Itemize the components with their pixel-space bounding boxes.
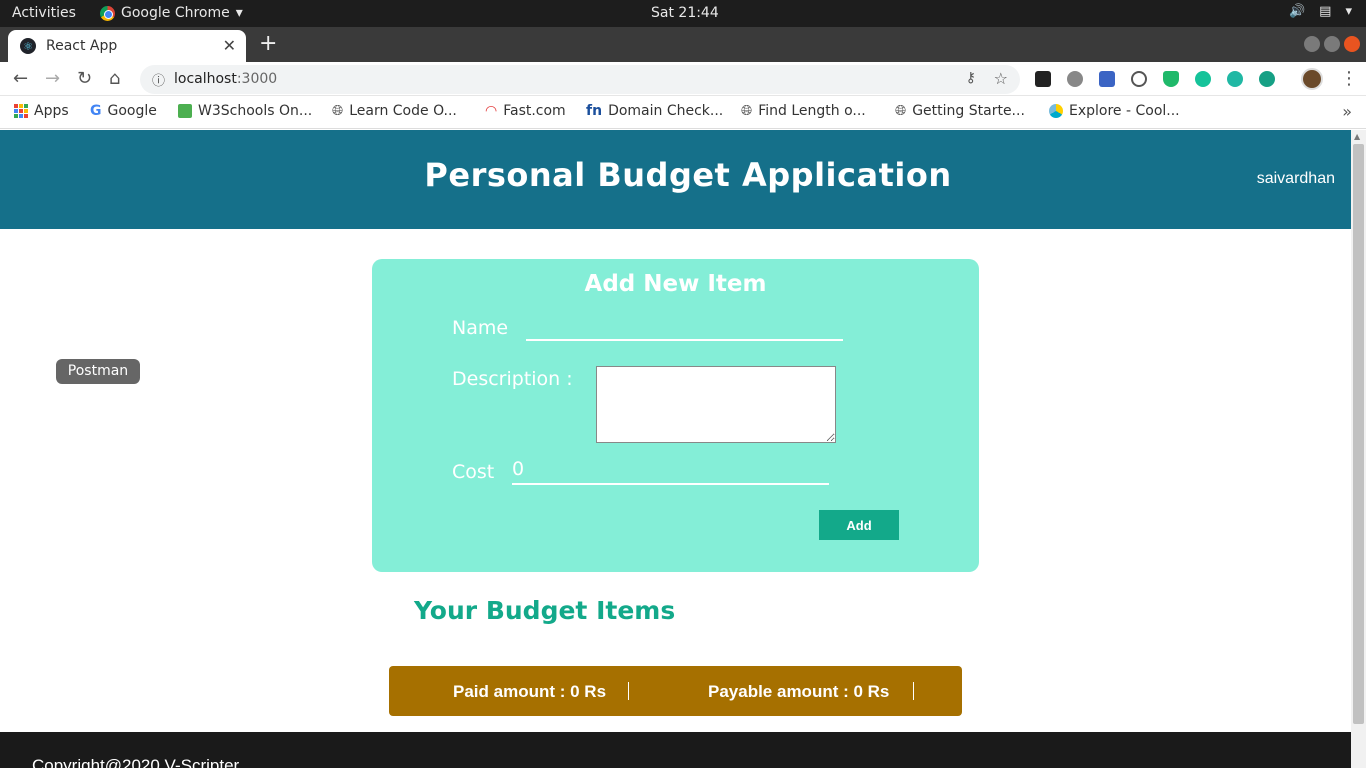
page-title: Personal Budget Application bbox=[424, 156, 952, 194]
url-text: localhost:3000 bbox=[174, 71, 277, 87]
home-icon[interactable]: ⌂ bbox=[109, 68, 120, 89]
bookmarks-bar: Apps G Google W3Schools On... 🌐︎ Learn C… bbox=[0, 96, 1366, 129]
divider bbox=[628, 682, 629, 700]
page-scrollbar[interactable]: ▲ bbox=[1351, 130, 1366, 768]
extension-grammarly-icon[interactable] bbox=[1195, 71, 1211, 87]
name-label: Name bbox=[452, 317, 509, 339]
bookmark-label: Find Length o... bbox=[758, 103, 866, 119]
os-top-bar: Activities Google Chrome ▾ Sat 21:44 🔊 ▤… bbox=[0, 0, 1366, 27]
url-host: localhost bbox=[174, 71, 237, 87]
reload-icon[interactable]: ↻ bbox=[77, 68, 92, 89]
chrome-icon bbox=[100, 5, 115, 21]
bookmark-label: Apps bbox=[34, 103, 69, 119]
browser-tab[interactable]: ⚛ React App ✕ bbox=[8, 30, 246, 62]
maximize-button[interactable] bbox=[1324, 36, 1340, 52]
chrome-menu-icon[interactable]: ⋮ bbox=[1340, 68, 1358, 89]
paid-amount: Paid amount : 0 Rs bbox=[453, 682, 607, 701]
bookmark-learn-code[interactable]: 🌐︎ Learn Code O... bbox=[332, 103, 457, 119]
bookmark-label: Getting Starte... bbox=[912, 103, 1025, 119]
bookmark-label: Fast.com bbox=[503, 103, 566, 119]
fn-icon: fn bbox=[586, 103, 603, 119]
divider bbox=[913, 682, 914, 700]
url-port: :3000 bbox=[236, 71, 278, 87]
minimize-button[interactable] bbox=[1304, 36, 1320, 52]
bookmark-apps[interactable]: Apps bbox=[14, 103, 69, 119]
bookmark-google[interactable]: G Google bbox=[90, 103, 157, 119]
bookmark-domain-check[interactable]: fn Domain Check... bbox=[586, 103, 723, 119]
volume-icon: 🔊 bbox=[1288, 4, 1306, 19]
app-menu[interactable]: Google Chrome ▾ bbox=[100, 5, 243, 21]
copyright-text: Copyright@2020 V-Scripter bbox=[32, 756, 240, 768]
username[interactable]: saivardhan bbox=[1257, 170, 1335, 188]
add-item-form: Add New Item Name Description : Cost Add bbox=[372, 259, 979, 572]
name-input[interactable] bbox=[526, 311, 843, 341]
bookmark-find-length[interactable]: 🌐︎ Find Length o... bbox=[741, 103, 866, 119]
clock[interactable]: Sat 21:44 bbox=[651, 5, 719, 21]
window-controls bbox=[1304, 36, 1360, 52]
caret-down-icon: ▾ bbox=[1345, 4, 1352, 19]
add-button[interactable]: Add bbox=[819, 510, 899, 540]
app-menu-label: Google Chrome bbox=[121, 5, 230, 21]
apps-grid-icon bbox=[14, 104, 28, 118]
extension-cb-icon[interactable] bbox=[1035, 71, 1051, 87]
description-textarea[interactable] bbox=[596, 366, 836, 443]
extension-shield-icon[interactable] bbox=[1163, 71, 1179, 87]
close-tab-icon[interactable]: ✕ bbox=[223, 36, 236, 55]
cost-input[interactable] bbox=[512, 455, 829, 485]
scroll-up-icon[interactable]: ▲ bbox=[1354, 132, 1360, 141]
globe-icon: 🌐︎ bbox=[895, 103, 907, 119]
tab-title: React App bbox=[46, 38, 118, 54]
address-bar[interactable]: ⓘ localhost:3000 ⚷ ☆ bbox=[140, 65, 1020, 94]
caret-down-icon: ▾ bbox=[235, 5, 243, 21]
bookmark-label: Domain Check... bbox=[608, 103, 724, 119]
bookmark-explore-coolors[interactable]: Explore - Cool... bbox=[1049, 103, 1180, 119]
extension-leaf-icon[interactable] bbox=[1259, 71, 1275, 87]
forward-arrow-icon[interactable]: → bbox=[45, 68, 60, 89]
extension-user-icon[interactable] bbox=[1099, 71, 1115, 87]
w3schools-icon bbox=[178, 104, 192, 118]
bookmark-getting-started[interactable]: 🌐︎ Getting Starte... bbox=[895, 103, 1025, 119]
bookmark-star-icon[interactable]: ☆ bbox=[994, 69, 1008, 88]
app-header: Personal Budget Application saivardhan bbox=[0, 130, 1351, 229]
payable-amount: Payable amount : 0 Rs bbox=[708, 682, 890, 701]
new-tab-button[interactable]: + bbox=[259, 31, 277, 56]
coolors-icon bbox=[1049, 104, 1063, 118]
info-icon[interactable]: ⓘ bbox=[152, 70, 165, 89]
bookmark-w3schools[interactable]: W3Schools On... bbox=[178, 103, 312, 119]
profile-avatar[interactable] bbox=[1301, 68, 1323, 90]
clipboard-icon: ▤ bbox=[1319, 4, 1332, 19]
browser-toolbar: ← → ↻ ⌂ ⓘ localhost:3000 ⚷ ☆ ⋮ bbox=[0, 62, 1366, 96]
bookmark-label: Learn Code O... bbox=[349, 103, 457, 119]
close-window-button[interactable] bbox=[1344, 36, 1360, 52]
extension-gear-icon[interactable] bbox=[1067, 71, 1083, 87]
activities-button[interactable]: Activities bbox=[12, 5, 76, 21]
globe-icon: 🌐︎ bbox=[332, 103, 344, 119]
speedometer-icon: ◠ bbox=[485, 103, 498, 119]
bookmark-label: W3Schools On... bbox=[198, 103, 313, 119]
bookmarks-overflow-icon[interactable]: » bbox=[1342, 102, 1352, 121]
page-content: Personal Budget Application saivardhan P… bbox=[0, 130, 1351, 768]
form-heading: Add New Item bbox=[584, 271, 767, 297]
system-tray[interactable]: 🔊 ▤ ▾ bbox=[1289, 4, 1352, 19]
scrollbar-thumb[interactable] bbox=[1353, 144, 1364, 724]
google-icon: G bbox=[90, 103, 102, 119]
extension-m-icon[interactable] bbox=[1227, 71, 1243, 87]
cost-label: Cost bbox=[452, 461, 495, 483]
footer: Copyright@2020 V-Scripter bbox=[0, 732, 1351, 768]
budget-items-heading: Your Budget Items bbox=[414, 596, 676, 625]
globe-icon: 🌐︎ bbox=[741, 103, 753, 119]
budget-summary: Paid amount : 0 Rs Payable amount : 0 Rs bbox=[389, 666, 962, 716]
bookmark-fast[interactable]: ◠ Fast.com bbox=[485, 103, 566, 119]
bookmark-label: Explore - Cool... bbox=[1069, 103, 1180, 119]
key-icon[interactable]: ⚷ bbox=[966, 70, 976, 86]
description-label: Description : bbox=[452, 368, 573, 390]
postman-chip[interactable]: Postman bbox=[56, 359, 140, 384]
react-icon: ⚛ bbox=[20, 38, 36, 54]
extension-code-icon[interactable] bbox=[1131, 71, 1147, 87]
bookmark-label: Google bbox=[107, 103, 157, 119]
back-arrow-icon[interactable]: ← bbox=[13, 68, 28, 89]
tab-strip: ⚛ React App ✕ + bbox=[0, 27, 1366, 62]
